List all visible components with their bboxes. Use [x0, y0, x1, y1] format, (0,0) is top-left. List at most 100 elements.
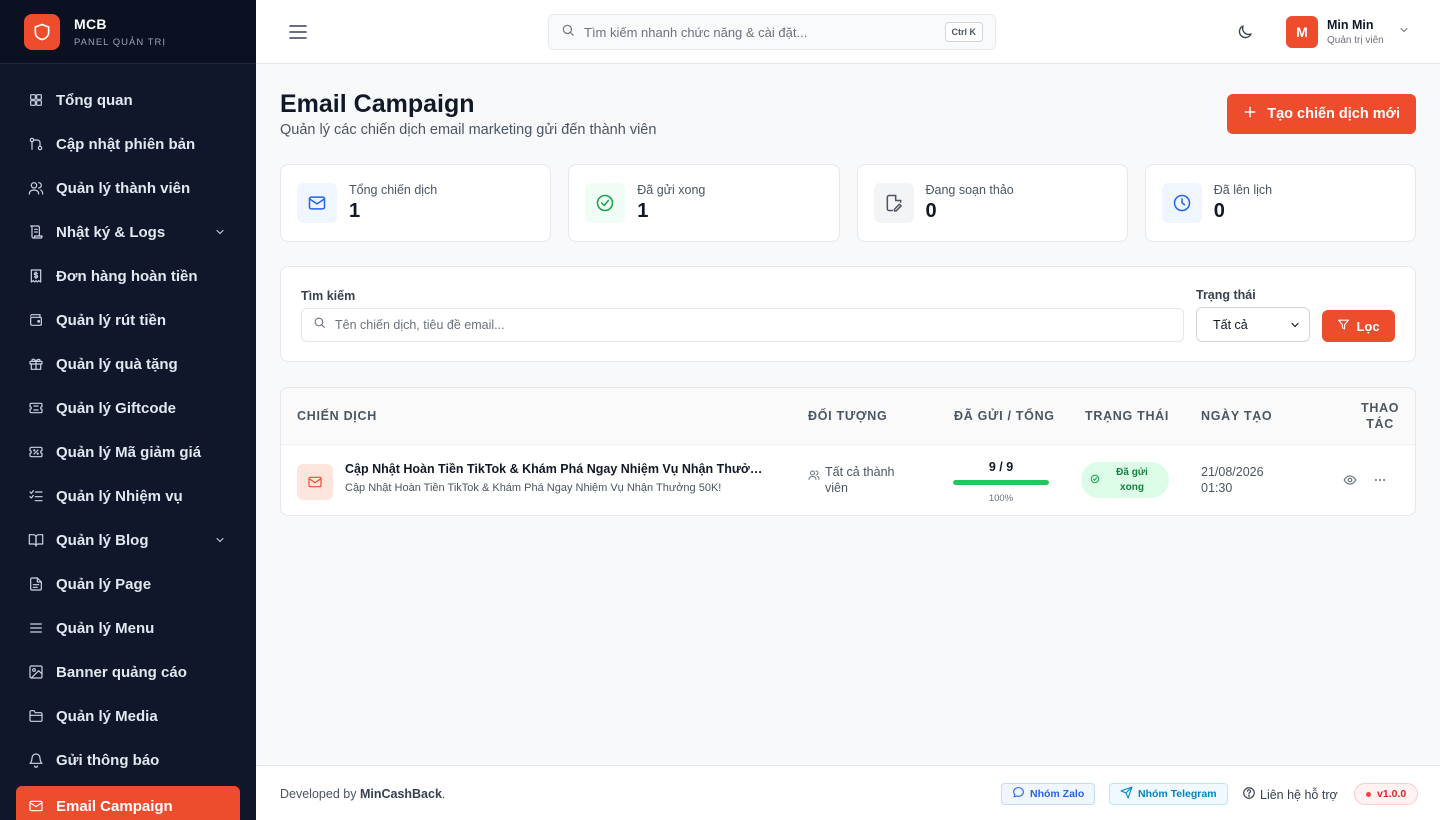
filter-panel: Tìm kiếm Tên chiến dịch, tiêu đề email..…: [280, 266, 1416, 362]
developed-suffix: .: [441, 787, 446, 801]
header-audience: ĐỐI TƯỢNG: [808, 409, 888, 423]
avatar: M: [1286, 16, 1318, 48]
sidebar-item-label: Gửi thông báo: [56, 751, 160, 769]
table-header: CHIẾN DỊCH ĐỐI TƯỢNG ĐÃ GỬI / TỔNG TRẠNG…: [281, 388, 1415, 445]
sidebar-item-qu-n-l-blog[interactable]: Quản lý Blog: [0, 518, 256, 562]
filter-button[interactable]: Lọc: [1322, 310, 1395, 342]
folder-icon: [28, 708, 44, 724]
chevron-down-icon: [214, 533, 226, 550]
sidebar-item-label: Cập nhật phiên bản: [56, 135, 196, 153]
sidebar-item-qu-n-l-nhi-m-v-[interactable]: Quản lý Nhiệm vụ: [0, 474, 256, 518]
coupon-icon: [28, 444, 44, 460]
header-actions-line-1: THAO: [1361, 401, 1400, 415]
file-icon: [28, 576, 44, 592]
sidebar-item-label: Quản lý Media: [56, 707, 158, 725]
sidebar-item-qu-n-l-giftcode[interactable]: Quản lý Giftcode: [0, 386, 256, 430]
sidebar-nav: Tổng quan Cập nhật phiên bản Quản lý thành…: [0, 64, 256, 820]
created-date-time: 01:30: [1201, 481, 1233, 495]
created-date-day: 21/08/2026: [1201, 465, 1264, 479]
stats-row: Tổng chiến dịch 1 Đã gửi xong 1 Đang soạn th…: [280, 164, 1416, 242]
sidebar-item-email-campaign[interactable]: Email Campaign: [16, 786, 240, 820]
chevron-down-icon: [214, 225, 226, 242]
version-text: v1.0.0: [1377, 788, 1407, 800]
sidebar-item-qu-n-l-page[interactable]: Quản lý Page: [0, 562, 256, 606]
create-campaign-label: Tạo chiến dịch mới: [1267, 106, 1400, 122]
user-menu[interactable]: M Min Min Quản trị viên: [1286, 16, 1410, 48]
campaign-search-input[interactable]: Tên chiến dịch, tiêu đề email...: [301, 308, 1184, 342]
progress-bar-fill: [953, 480, 1049, 485]
sidebar-item-qu-n-l-menu[interactable]: Quản lý Menu: [0, 606, 256, 650]
sidebar-item-label: Quản lý thành viên: [56, 179, 191, 197]
sidebar-item-label: Nhật ký & Logs: [56, 223, 166, 241]
sidebar-item-g-i-th-ng-b-o[interactable]: Gửi thông báo: [0, 738, 256, 782]
sidebar-item-nh-t-k-logs[interactable]: Nhật ký & Logs: [0, 210, 256, 254]
sidebar-item-label: Quản lý Menu: [56, 619, 155, 637]
sidebar-item-label: Quản lý Nhiệm vụ: [56, 487, 183, 505]
page-title: Email Campaign: [280, 90, 475, 118]
stat-card: Đã gửi xong 1: [568, 164, 840, 242]
checklist-icon: [28, 488, 44, 504]
check-circle-icon: [1090, 471, 1100, 489]
filter-button-label: Lọc: [1356, 318, 1380, 334]
clock-icon: [1161, 183, 1202, 223]
bell-icon: [28, 752, 44, 768]
sidebar-item-label: Email Campaign: [56, 797, 173, 815]
stat-label: Đang soạn thảo: [925, 183, 1014, 197]
stat-label: Tổng chiến dịch: [349, 183, 438, 197]
sidebar-item-label: Quản lý Mã giảm giá: [56, 443, 202, 461]
brand-name: MCB: [74, 15, 107, 32]
search-label: Tìm kiếm: [301, 289, 356, 303]
stat-label: Đã lên lịch: [1213, 183, 1273, 197]
zalo-group-label: Nhóm Zalo: [1030, 788, 1085, 800]
status-badge: Đã gửi xong: [1081, 462, 1169, 498]
mail-icon: [297, 183, 337, 223]
sidebar-item-t-ng-quan[interactable]: Tổng quan: [0, 78, 256, 122]
stat-card: Tổng chiến dịch 1: [280, 164, 552, 242]
stat-value: 1: [349, 200, 361, 222]
campaign-title[interactable]: Cập Nhật Hoàn Tiền TikTok & Khám Phá Nga…: [345, 462, 765, 476]
create-campaign-button[interactable]: Tạo chiến dịch mới: [1227, 94, 1416, 134]
sidebar-item--n-h-ng-ho-n-ti-n[interactable]: Đơn hàng hoàn tiền: [0, 254, 256, 298]
gift-icon: [28, 356, 44, 372]
chevron-down-icon: [1289, 319, 1301, 334]
telegram-group-button[interactable]: Nhóm Telegram: [1109, 783, 1228, 805]
brand[interactable]: MCB PANEL QUẢN TRỊ: [0, 0, 256, 64]
mail-icon: [28, 798, 44, 814]
stat-value: 0: [925, 200, 937, 222]
sent-progress: 9 / 9 100%: [953, 460, 1049, 504]
campaign-audience-text: Tất cả thành viên: [825, 465, 895, 495]
sidebar-item-label: Quản lý quà tặng: [56, 355, 178, 373]
sidebar-item-banner-qu-ng-c-o[interactable]: Banner quảng cáo: [0, 650, 256, 694]
campaign-search-placeholder: Tên chiến dịch, tiêu đề email...: [335, 318, 505, 332]
status-select[interactable]: Tất cả: [1196, 307, 1310, 342]
campaign-table: CHIẾN DỊCH ĐỐI TƯỢNG ĐÃ GỬI / TỔNG TRẠNG…: [280, 387, 1416, 516]
sidebar-item-label: Đơn hàng hoàn tiền: [56, 267, 198, 285]
sidebar-item-c-p-nh-t-phi-n-b-n[interactable]: Cập nhật phiên bản: [0, 122, 256, 166]
search-icon: [313, 316, 326, 334]
global-search-input[interactable]: Tìm kiếm nhanh chức năng & cài đặt... Ct…: [548, 14, 996, 50]
row-actions: [1343, 473, 1387, 492]
sidebar: MCB PANEL QUẢN TRỊ Tổng quan Cập nhật phi…: [0, 0, 256, 820]
zalo-group-button[interactable]: Nhóm Zalo: [1001, 783, 1096, 805]
sidebar-item-qu-n-l-qu-t-ng[interactable]: Quản lý quà tặng: [0, 342, 256, 386]
more-icon[interactable]: [1373, 473, 1387, 492]
shield-icon: [24, 13, 60, 50]
sidebar-item-qu-n-l-th-nh-vi-n[interactable]: Quản lý thành viên: [0, 166, 256, 210]
book-icon: [28, 532, 44, 548]
search-icon: [561, 23, 575, 42]
sidebar-item-qu-n-l-m-gi-m-gi-[interactable]: Quản lý Mã giảm giá: [0, 430, 256, 474]
check-circle-icon: [585, 183, 626, 223]
sidebar-item-qu-n-l-media[interactable]: Quản lý Media: [0, 694, 256, 738]
user-role: Quản trị viên: [1327, 35, 1384, 46]
eye-icon[interactable]: [1343, 473, 1357, 492]
version-badge: v1.0.0: [1354, 783, 1419, 805]
stat-value: 0: [1213, 200, 1225, 222]
header-actions: THAO TÁC: [1361, 401, 1399, 431]
header-sent: ĐÃ GỬI / TỔNG: [954, 409, 1055, 423]
table-row[interactable]: Cập Nhật Hoàn Tiền TikTok & Khám Phá Nga…: [281, 445, 1415, 515]
sidebar-item-qu-n-l-r-t-ti-n[interactable]: Quản lý rút tiền: [0, 298, 256, 342]
header-campaign: CHIẾN DỊCH: [297, 409, 377, 423]
hamburger-menu-icon[interactable]: [289, 24, 307, 45]
support-link[interactable]: Liên hệ hỗ trợ: [1242, 786, 1338, 803]
moon-icon[interactable]: [1236, 23, 1254, 46]
